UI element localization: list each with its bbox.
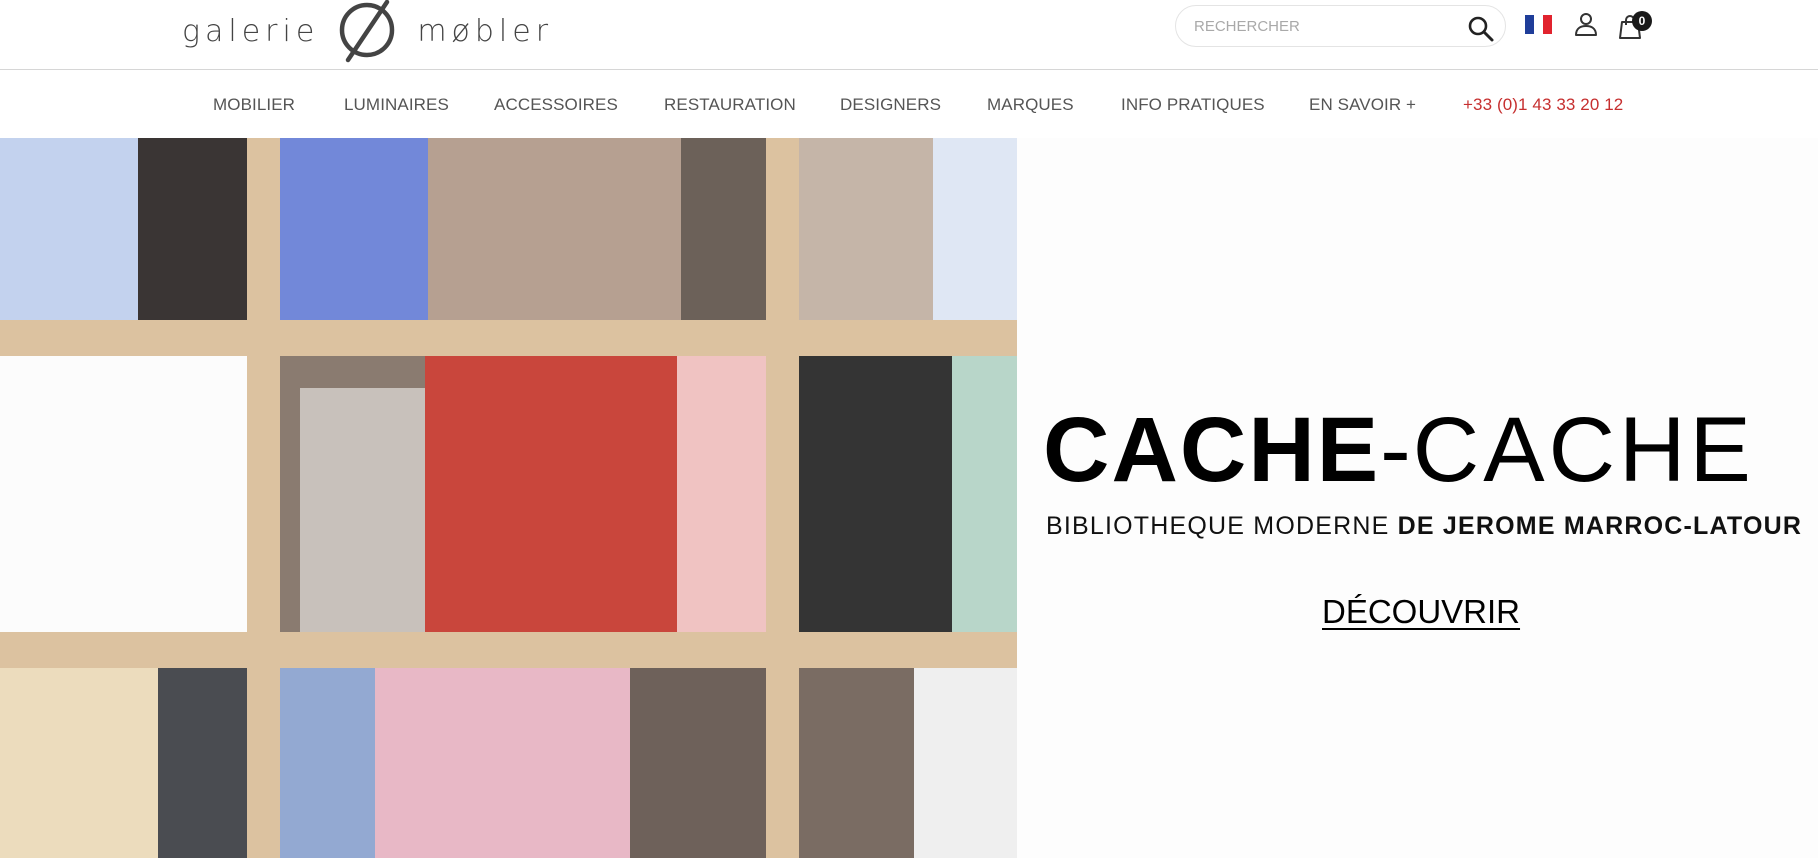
shelf-panel [158,668,247,858]
shelf-panel [300,388,425,632]
shelf-panel [0,356,247,632]
nav-item-luminaires[interactable]: LUMINAIRES [344,95,449,115]
hero-subtitle: BIBLIOTHEQUE MODERNE DE JEROME MARROC-LA… [1046,512,1818,541]
nav-item-restauration[interactable]: RESTAURATION [664,95,796,115]
hero-subtitle-part1: BIBLIOTHEQUE MODERNE [1046,512,1398,540]
cart-count-badge: 0 [1632,11,1652,31]
nav-item-accessoires[interactable]: ACCESSOIRES [494,95,618,115]
shelf-panel [0,668,158,858]
flag-fr-icon[interactable] [1525,15,1552,34]
hero-title: CACHE-CACHE [1043,404,1818,496]
shelf-panel [425,356,677,632]
slashed-circle-logo-icon [340,0,395,63]
hero-subtitle-part2: DE JEROME MARROC-LATOUR [1397,512,1803,540]
hero-title-part1: CACHE [1043,399,1381,501]
shelf-panel [799,138,933,320]
nav-item-designers[interactable]: DESIGNERS [840,95,941,115]
logo-text-galerie: galerie [182,14,320,49]
nav-item-info-pratiques[interactable]: INFO PRATIQUES [1121,95,1265,115]
shelf-panel [138,138,247,320]
shelf-panel [952,356,1017,632]
search-bar [1175,5,1506,47]
shelf-panel [677,356,766,632]
shelf-panel [681,138,766,320]
shelf-panel [799,356,952,632]
cart-button[interactable]: 0 [1617,8,1652,40]
search-input[interactable] [1194,6,1444,46]
user-icon[interactable] [1573,11,1599,37]
discover-button[interactable]: DÉCOUVRIR [1322,593,1520,631]
hero-title-separator: - [1380,399,1413,501]
hero-text-block: CACHE-CACHE BIBLIOTHEQUE MODERNE DE JERO… [1017,138,1818,858]
logo[interactable]: galerie møbler [182,0,553,64]
bookshelf-photo[interactable] [0,138,1017,858]
nav-item-en-savoir[interactable]: EN SAVOIR + [1309,95,1416,115]
shelf-panel [933,138,1017,320]
flag-stripe-blue [1525,15,1534,34]
nav-phone-link[interactable]: +33 (0)1 43 33 20 12 [1463,95,1623,115]
shelf-panel [799,668,914,858]
shelf-panel [630,668,766,858]
shelf-panel [280,138,428,320]
shelf-panel [280,668,375,858]
shelf-panel [375,668,630,858]
search-icon[interactable] [1467,15,1495,43]
nav-item-marques[interactable]: MARQUES [987,95,1074,115]
hero-banner: CACHE-CACHE BIBLIOTHEQUE MODERNE DE JERO… [0,138,1818,858]
shelf-panel [0,138,139,320]
nav-item-mobilier[interactable]: MOBILIER [213,95,295,115]
flag-stripe-white [1534,15,1543,34]
shelf-panel [428,138,681,320]
flag-stripe-red [1543,15,1552,34]
shelf-panel [914,668,1017,858]
logo-text-mobler: møbler [417,14,554,49]
main-nav: MOBILIER LUMINAIRES ACCESSOIRES RESTAURA… [0,71,1818,138]
site-header: galerie møbler 0 [0,0,1818,70]
hero-title-part2: CACHE [1412,399,1755,501]
